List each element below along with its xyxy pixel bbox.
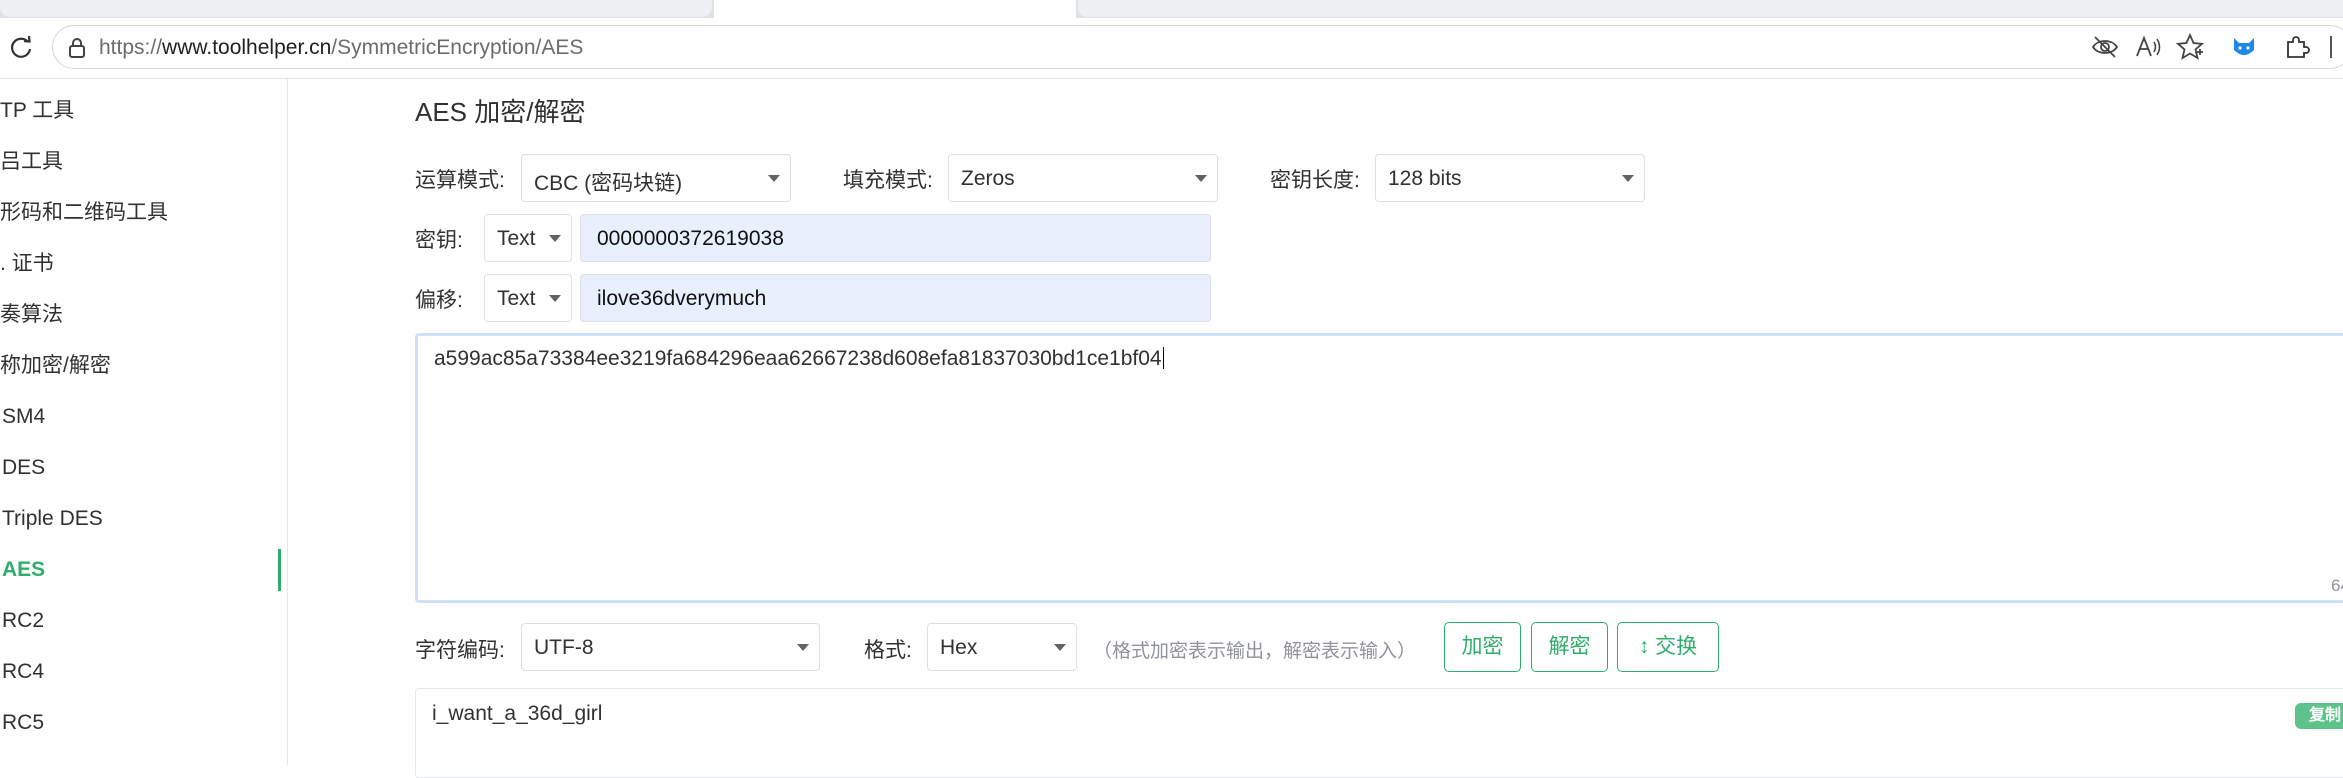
chevron-down-icon [549, 235, 561, 242]
tab-strip [0, 0, 2343, 18]
chevron-down-icon [1195, 175, 1207, 182]
chevron-down-icon [1622, 175, 1634, 182]
read-aloud-icon[interactable] [2133, 32, 2163, 62]
key-input-value: 0000000372619038 [597, 227, 784, 250]
iv-label: 偏移: [415, 289, 463, 312]
chevron-down-icon [549, 295, 561, 302]
extension-cat-icon[interactable] [2229, 32, 2259, 62]
mode-value: CBC (密码块链) [534, 172, 683, 195]
sidebar-item-des[interactable]: DES [2, 448, 45, 488]
mode-select[interactable]: CBC (密码块链) [521, 154, 791, 202]
mode-label: 运算模式: [415, 169, 505, 192]
key-type-value: Text [497, 227, 536, 250]
iv-type-value: Text [497, 287, 536, 310]
encrypt-button[interactable]: 加密 [1444, 622, 1521, 672]
iv-input-value: ilove36dverymuch [597, 287, 767, 310]
chevron-down-icon [1054, 644, 1066, 651]
url-host: www.toolhelper.cn [162, 36, 332, 59]
sidebar-item-rc2[interactable]: RC2 [2, 601, 44, 641]
sidebar-active-indicator [278, 549, 281, 591]
key-input[interactable]: 0000000372619038 [580, 214, 1211, 262]
page-title: AES 加密/解密 [415, 97, 586, 127]
url-text[interactable]: https://www.toolhelper.cn/SymmetricEncry… [99, 36, 583, 60]
textarea-text: a599ac85a73384ee3219fa684296eaa62667238d… [434, 347, 1162, 370]
char-counter: 64 [2331, 576, 2343, 595]
browser-tab-active[interactable] [714, 0, 1076, 18]
charset-label: 字符编码: [415, 639, 505, 662]
output-text: i_want_a_36d_girl [432, 702, 603, 725]
padding-select[interactable]: Zeros [948, 154, 1218, 202]
textarea-value: a599ac85a73384ee3219fa684296eaa62667238d… [434, 347, 1164, 371]
decrypt-button[interactable]: 解密 [1531, 622, 1608, 672]
tracking-blocked-icon[interactable] [2090, 32, 2120, 62]
sidebar-item[interactable]: . 证书 [0, 244, 54, 284]
padding-value: Zeros [961, 167, 1015, 190]
key-length-label: 密钥长度: [1270, 169, 1360, 192]
iv-input[interactable]: ilove36dverymuch [580, 274, 1211, 322]
format-hint: （格式加密表示输出，解密表示输入） [1093, 641, 1417, 662]
ciphertext-textarea[interactable]: a599ac85a73384ee3219fa684296eaa62667238d… [415, 333, 2343, 603]
sidebar-item[interactable]: 吕工具 [0, 142, 63, 182]
iv-type-select[interactable]: Text [484, 274, 572, 322]
sidebar-item-aes[interactable]: AES [2, 550, 45, 590]
key-type-select[interactable]: Text [484, 214, 572, 262]
url-scheme: https:// [99, 36, 163, 59]
format-select[interactable]: Hex [927, 623, 1077, 671]
padding-label: 填充模式: [843, 169, 933, 192]
sidebar-item-triple-des[interactable]: Triple DES [2, 499, 103, 539]
charset-value: UTF-8 [534, 636, 594, 659]
address-bar[interactable]: https://www.toolhelper.cn/SymmetricEncry… [52, 25, 2343, 69]
chevron-down-icon [768, 175, 780, 182]
key-length-select[interactable]: 128 bits [1375, 154, 1645, 202]
sidebar-item[interactable]: 形码和二维码工具 [0, 193, 168, 233]
sidebar-item-sm4[interactable]: SM4 [2, 397, 45, 437]
copy-button[interactable]: 复制 [2295, 703, 2343, 729]
sidebar-item-rc4[interactable]: RC4 [2, 652, 44, 692]
browser-toolbar: https://www.toolhelper.cn/SymmetricEncry… [0, 18, 2343, 79]
chevron-down-icon [797, 644, 809, 651]
toolbar-divider [2330, 36, 2332, 58]
extensions-puzzle-icon[interactable] [2282, 32, 2312, 62]
reload-icon[interactable] [6, 32, 36, 62]
sidebar: TP 工具 吕工具 形码和二维码工具 . 证书 奏算法 称加密/解密 SM4 D… [0, 79, 288, 765]
format-value: Hex [940, 636, 978, 659]
format-label: 格式: [864, 639, 912, 662]
key-length-value: 128 bits [1388, 167, 1462, 190]
sidebar-item-rc5[interactable]: RC5 [2, 703, 44, 743]
favorite-star-icon[interactable] [2175, 32, 2205, 62]
url-path: /SymmetricEncryption/AES [331, 36, 584, 59]
charset-select[interactable]: UTF-8 [521, 623, 820, 671]
text-cursor [1162, 347, 1164, 369]
sidebar-item[interactable]: TP 工具 [0, 91, 74, 131]
lock-icon[interactable] [67, 37, 87, 59]
swap-label: 交换 [1655, 635, 1698, 658]
browser-tab[interactable] [1078, 0, 2343, 17]
browser-tab[interactable] [0, 0, 712, 17]
sidebar-item[interactable]: 奏算法 [0, 295, 63, 335]
swap-button[interactable]: ↕ 交换 [1617, 622, 1719, 672]
sidebar-item[interactable]: 称加密/解密 [0, 346, 111, 386]
swap-arrows-icon: ↕ [1638, 635, 1650, 658]
key-label: 密钥: [415, 229, 463, 252]
